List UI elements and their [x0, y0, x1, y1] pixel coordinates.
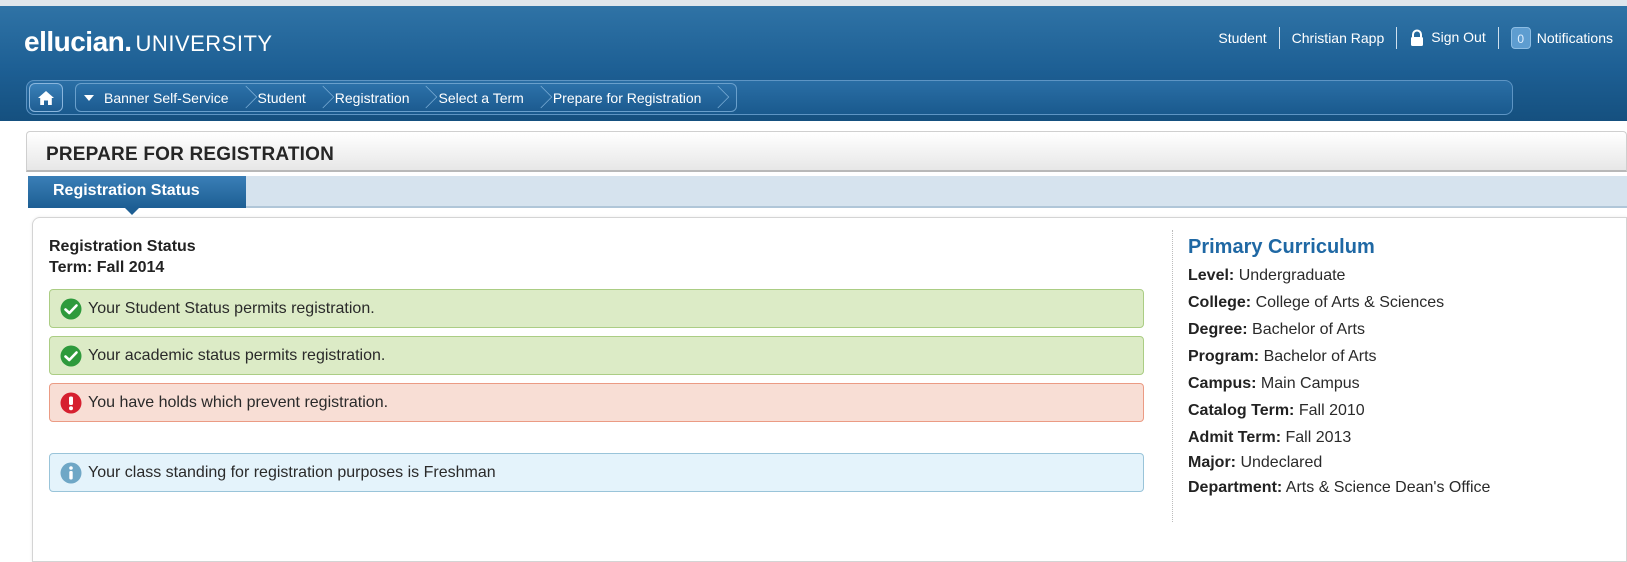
nav-user-name[interactable]: Christian Rapp — [1292, 30, 1385, 46]
chevron-right-icon — [709, 83, 721, 112]
curriculum-label: Admit Term: — [1188, 429, 1282, 446]
check-circle-icon — [60, 298, 82, 319]
status-heading: Registration Status — [49, 238, 196, 255]
breadcrumb-label: Student — [257, 89, 306, 106]
curriculum-value: Arts & Science Dean's Office — [1285, 479, 1491, 496]
curriculum-label: Catalog Term: — [1188, 402, 1295, 419]
chevron-right-icon — [417, 83, 429, 112]
breadcrumb-item-current: Prepare for Registration — [553, 83, 731, 112]
curriculum-row-admit-term: Admit Term: Fall 2013 — [1188, 429, 1608, 447]
breadcrumb-bar: Banner Self-Service Student Registration… — [26, 80, 1513, 115]
breadcrumb-item[interactable]: Select a Term — [438, 83, 552, 112]
chevron-right-icon — [314, 83, 326, 112]
check-circle-icon — [60, 345, 82, 366]
status-message-ok: Your academic status permits registratio… — [49, 336, 1144, 375]
sign-out-label: Sign Out — [1431, 28, 1486, 45]
info-circle-icon — [60, 462, 82, 483]
page-title: PREPARE FOR REGISTRATION — [46, 144, 335, 165]
primary-curriculum: Primary Curriculum Level: Undergraduate … — [1188, 236, 1608, 497]
curriculum-row-department: Department: Arts & Science Dean's Office — [1188, 479, 1608, 497]
brand-main: ellucian. — [24, 26, 132, 57]
status-message-text: Your class standing for registration pur… — [88, 463, 496, 481]
breadcrumb-label: Registration — [334, 89, 410, 106]
tab-strip: Registration Status — [28, 176, 1627, 215]
sign-out-link[interactable]: Sign Out — [1409, 28, 1486, 47]
status-column: Registration Status Term: Fall 2014 Your… — [49, 236, 1147, 492]
status-message-info: Your class standing for registration pur… — [49, 453, 1144, 492]
page-title-bar: PREPARE FOR REGISTRATION — [26, 131, 1627, 172]
curriculum-row-major: Major: Undeclared — [1188, 454, 1608, 472]
notifications-label: Notifications — [1536, 30, 1613, 46]
breadcrumb: Banner Self-Service Student Registration… — [75, 83, 738, 112]
curriculum-label: Degree: — [1188, 321, 1248, 338]
curriculum-row-degree: Degree: Bachelor of Arts — [1188, 321, 1608, 339]
curriculum-label: College: — [1188, 294, 1252, 311]
breadcrumb-label: Banner Self-Service — [104, 89, 229, 106]
lock-icon — [1411, 29, 1424, 47]
chevron-right-icon — [237, 83, 249, 112]
curriculum-value: Fall 2013 — [1285, 429, 1352, 446]
top-nav: Student Christian Rapp Sign Out 0 Notific… — [1218, 26, 1613, 50]
curriculum-row-campus: Campus: Main Campus — [1188, 375, 1608, 393]
breadcrumb-label: Select a Term — [438, 89, 524, 106]
curriculum-value: Fall 2010 — [1298, 402, 1365, 419]
university-logo[interactable]: ellucian. UNIVERSITY — [24, 26, 273, 58]
status-message-error: You have holds which prevent registratio… — [49, 383, 1144, 422]
notifications-button[interactable]: 0 Notifications — [1510, 27, 1613, 49]
curriculum-row-college: College: College of Arts & Sciences — [1188, 294, 1608, 312]
breadcrumb-label: Prepare for Registration — [552, 89, 702, 106]
curriculum-label: Level: — [1188, 267, 1235, 284]
curriculum-value: Bachelor of Arts — [1252, 321, 1365, 338]
curriculum-value: Main Campus — [1260, 375, 1360, 392]
exclamation-circle-icon — [60, 392, 82, 413]
curriculum-label: Campus: — [1188, 375, 1257, 392]
notification-count-badge: 0 — [1510, 27, 1531, 49]
status-message-text: Your Student Status permits registration… — [88, 299, 375, 317]
status-term: Term: Fall 2014 — [49, 259, 165, 276]
status-message-text: Your academic status permits registratio… — [88, 346, 386, 364]
status-message-text: You have holds which prevent registratio… — [88, 393, 389, 411]
breadcrumb-item[interactable]: Registration — [335, 83, 439, 112]
curriculum-value: Bachelor of Arts — [1263, 348, 1377, 365]
nav-divider — [1396, 27, 1398, 49]
brand-sub: UNIVERSITY — [135, 31, 273, 56]
curriculum-row-level: Level: Undergraduate — [1188, 267, 1608, 285]
nav-divider — [1278, 27, 1280, 49]
curriculum-value: Undeclared — [1240, 454, 1323, 471]
nav-divider — [1497, 27, 1499, 49]
curriculum-row-program: Program: Bachelor of Arts — [1188, 348, 1608, 366]
nav-student-link[interactable]: Student — [1218, 30, 1266, 46]
column-divider — [1172, 230, 1173, 522]
curriculum-label: Department: — [1188, 479, 1283, 496]
chevron-right-icon — [532, 83, 544, 112]
curriculum-value: College of Arts & Sciences — [1255, 294, 1445, 311]
app-header: ellucian. UNIVERSITY Student Christian Ra… — [0, 0, 1627, 121]
curriculum-title: Primary Curriculum — [1188, 236, 1375, 258]
curriculum-value: Undergraduate — [1238, 267, 1346, 284]
chevron-down-icon[interactable] — [84, 94, 94, 101]
breadcrumb-item[interactable]: Banner Self-Service — [104, 83, 258, 112]
curriculum-row-catalog-term: Catalog Term: Fall 2010 — [1188, 402, 1608, 420]
curriculum-label: Major: — [1188, 454, 1236, 471]
curriculum-label: Program: — [1188, 348, 1260, 365]
tab-registration-status[interactable]: Registration Status — [28, 176, 246, 215]
home-button[interactable] — [29, 83, 63, 112]
registration-status-panel: Registration Status Term: Fall 2014 Your… — [32, 217, 1627, 562]
status-message-ok: Your Student Status permits registration… — [49, 289, 1144, 328]
breadcrumb-item[interactable]: Student — [258, 83, 335, 112]
home-icon — [38, 90, 54, 105]
